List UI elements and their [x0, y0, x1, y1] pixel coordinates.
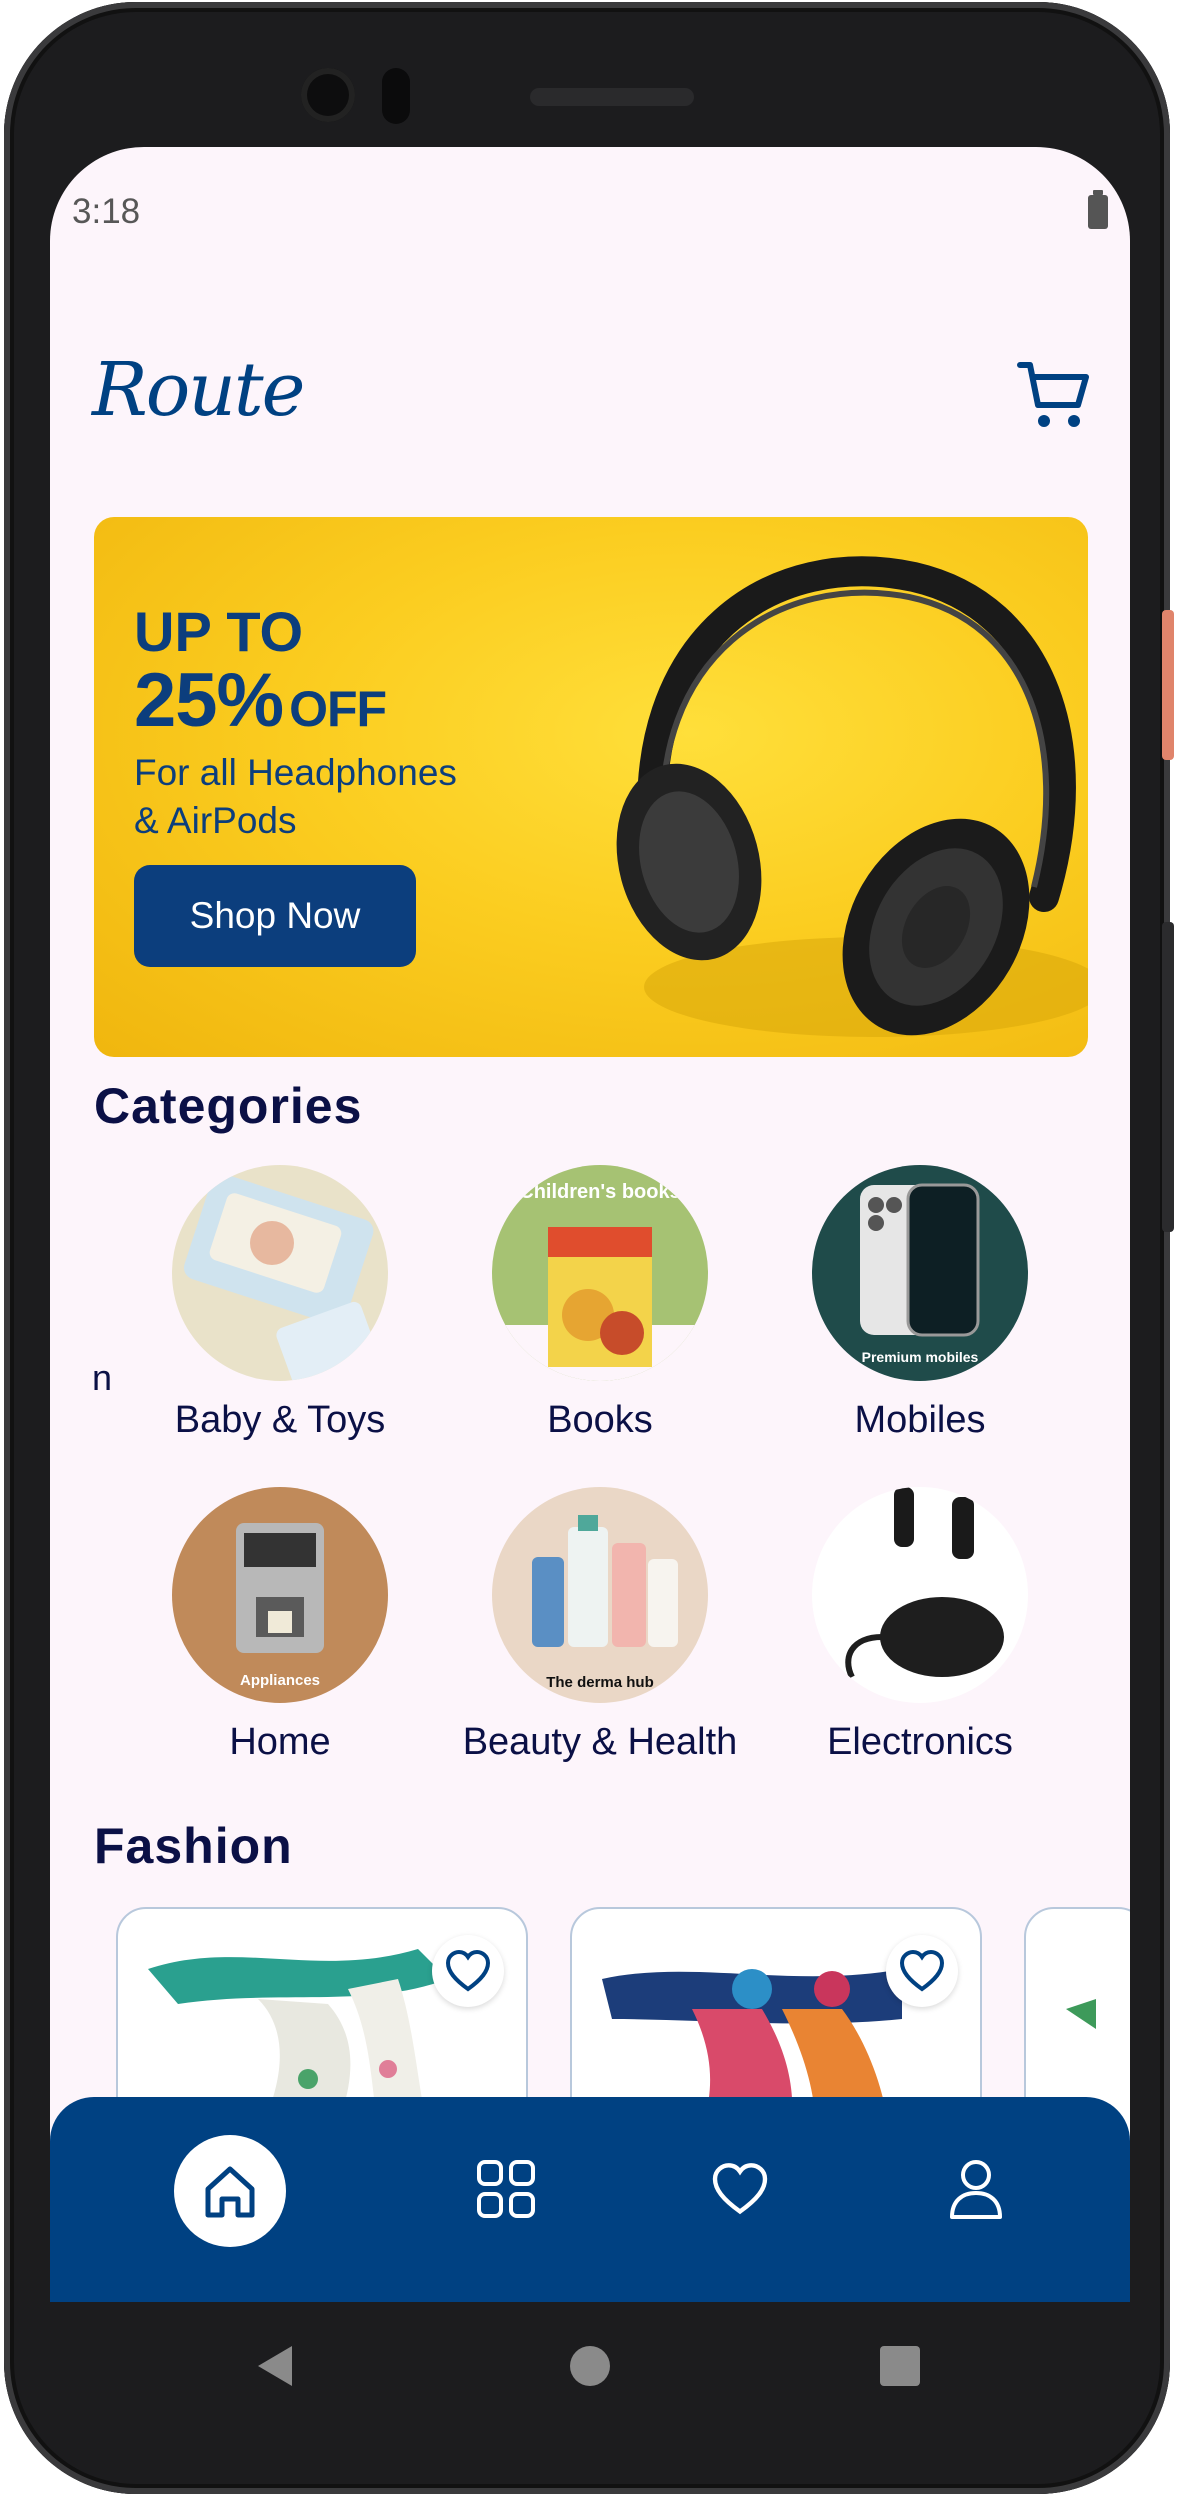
category-mobiles[interactable]: Premium mobiles Mobiles — [760, 1165, 1080, 1442]
heart-icon — [712, 2163, 768, 2215]
nav-profile-button[interactable] — [940, 2153, 1012, 2225]
category-baby-toys[interactable]: Baby & Toys — [120, 1165, 440, 1442]
heart-icon — [445, 1949, 491, 1992]
home-image-text: Appliances — [239, 1672, 321, 1689]
bottom-navigation — [50, 2097, 1130, 2302]
beauty-image-text: The derma hub — [546, 1674, 654, 1691]
categories-title: Categories — [94, 1078, 363, 1134]
banner-line-airpods: & AirPods — [134, 800, 297, 841]
phone-frame: 3:18 Route UP TO 25% OFF For all Headphon… — [4, 2, 1174, 2494]
category-electronics[interactable]: Electronics — [760, 1487, 1080, 1764]
power-button — [1162, 610, 1174, 760]
battery-icon — [1088, 190, 1108, 229]
banner-line-headphones: For all Headphones — [134, 752, 457, 793]
favorite-button[interactable] — [886, 1935, 958, 2007]
mobiles-image-text: Premium mobiles — [861, 1349, 979, 1365]
system-recents-icon[interactable] — [880, 2346, 920, 2386]
app-screen: 3:18 Route UP TO 25% OFF For all Headphon… — [50, 147, 1130, 2302]
fashion-title: Fashion — [94, 1818, 293, 1874]
category-cut-label: n — [92, 1357, 113, 1398]
banner-description: For all Headphones & AirPods — [134, 749, 514, 845]
category-label: Beauty & Health — [462, 1721, 738, 1763]
volume-button — [1162, 922, 1174, 1232]
shop-now-button[interactable]: Shop Now — [134, 865, 416, 967]
category-books[interactable]: Children's books Books — [440, 1165, 760, 1442]
category-label: Home — [229, 1721, 331, 1763]
mobiles-image: Premium mobiles — [812, 1165, 1028, 1381]
profile-icon — [950, 2160, 1002, 2219]
category-label: Mobiles — [854, 1399, 986, 1441]
banner-discount: 25% OFF — [134, 657, 387, 744]
proximity-sensor — [382, 68, 410, 124]
books-image: Children's books — [492, 1165, 708, 1381]
category-label: Electronics — [827, 1721, 1013, 1763]
front-camera — [301, 68, 355, 122]
beauty-health-image: The derma hub — [492, 1487, 708, 1703]
banner-off: OFF — [289, 681, 387, 737]
favorite-button[interactable] — [432, 1935, 504, 2007]
system-home-icon[interactable] — [570, 2346, 610, 2386]
nav-wishlist-button[interactable] — [704, 2153, 776, 2225]
system-back-icon[interactable] — [252, 2342, 300, 2390]
nav-home-button[interactable] — [174, 2135, 286, 2247]
category-label: Baby & Toys — [174, 1399, 386, 1441]
home-image: Appliances — [172, 1487, 388, 1703]
baby-toys-image — [172, 1165, 388, 1381]
headphones-image — [616, 556, 1088, 1037]
earpiece-speaker — [530, 88, 694, 106]
status-time: 3:18 — [72, 192, 141, 231]
category-beauty-health[interactable]: The derma hub Beauty & Health — [440, 1487, 760, 1764]
heart-icon — [899, 1949, 945, 1992]
nav-categories-button[interactable] — [470, 2153, 542, 2225]
cart-icon[interactable] — [1016, 357, 1092, 433]
category-label: Books — [547, 1399, 653, 1441]
grid-icon — [477, 2160, 535, 2218]
banner-percent: 25% — [134, 658, 284, 743]
promo-banner[interactable]: UP TO 25% OFF For all Headphones & AirPod… — [94, 517, 1088, 1057]
banner-upto: UP TO — [134, 600, 304, 663]
category-home[interactable]: Appliances Home — [120, 1487, 440, 1764]
route-logo: Route — [92, 347, 305, 433]
electronics-image — [812, 1487, 1028, 1703]
home-icon — [205, 2166, 255, 2218]
